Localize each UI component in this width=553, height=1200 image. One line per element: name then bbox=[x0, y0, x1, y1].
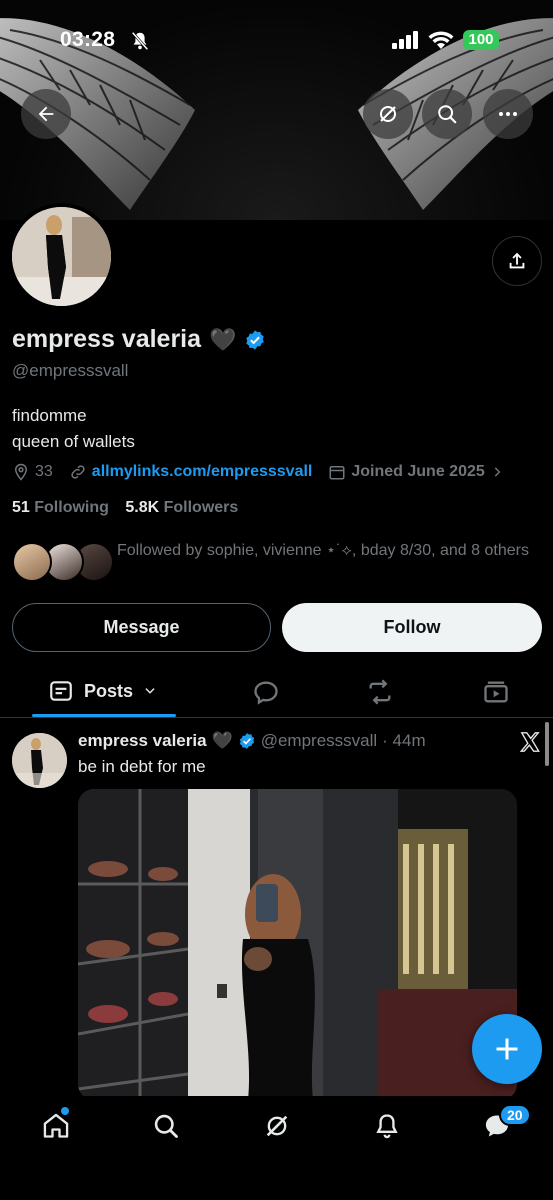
website-link[interactable]: allmylinks.com/empresssvall bbox=[92, 463, 313, 481]
message-button[interactable]: Message bbox=[12, 603, 271, 652]
battery-indicator: 100 bbox=[463, 30, 499, 50]
chevron-down-icon bbox=[145, 688, 155, 694]
back-button[interactable] bbox=[21, 89, 71, 139]
active-tab-indicator bbox=[32, 714, 176, 717]
bell-off-icon bbox=[131, 31, 149, 51]
black-heart-emoji: 🖤 bbox=[209, 326, 237, 352]
followers-label: Followers bbox=[163, 499, 239, 516]
share-icon bbox=[509, 252, 525, 269]
messages-badge: 20 bbox=[499, 1104, 531, 1126]
location-pin-icon bbox=[14, 463, 28, 481]
tab-posts[interactable]: Posts bbox=[48, 678, 157, 704]
avatar-figure bbox=[12, 207, 111, 306]
link-icon bbox=[71, 465, 85, 479]
avatar-photo bbox=[12, 207, 111, 306]
followed-by-text: Followed by sophie, vivienne ⋆˙⟡, bday 8… bbox=[117, 542, 529, 559]
home-icon[interactable] bbox=[42, 1112, 70, 1140]
verified-badge-icon bbox=[239, 733, 254, 749]
location-text: 33 bbox=[35, 463, 53, 480]
search-icon bbox=[438, 105, 457, 124]
wifi-icon bbox=[428, 31, 454, 49]
followers-count: 5.8K bbox=[125, 499, 160, 516]
more-button[interactable] bbox=[483, 89, 533, 139]
post-header: empress valeria 🖤 @empresssvall · 44m bbox=[78, 731, 426, 751]
location-item: 33 bbox=[12, 463, 53, 481]
plus-icon bbox=[496, 1038, 518, 1060]
post-photo bbox=[78, 789, 517, 1100]
follower-avatar bbox=[12, 542, 52, 582]
home-notification-dot bbox=[61, 1107, 69, 1115]
notifications-bell-icon[interactable] bbox=[373, 1112, 401, 1140]
following-count: 51 bbox=[12, 499, 30, 516]
profile-banner[interactable]: 03:28 100 bbox=[0, 0, 553, 220]
profile-handle: @empresssvall bbox=[12, 361, 129, 380]
share-button[interactable] bbox=[492, 236, 542, 286]
tab-replies-icon[interactable] bbox=[252, 678, 280, 706]
scrollbar[interactable] bbox=[545, 722, 549, 766]
display-name: empress valeria 🖤 bbox=[12, 325, 266, 354]
chevron-right-icon bbox=[494, 467, 501, 477]
tab-posts-label: Posts bbox=[84, 680, 134, 701]
grok-icon bbox=[380, 106, 396, 122]
follow-counts: 51 Following 5.8K Followers bbox=[12, 499, 238, 517]
calendar-icon bbox=[329, 466, 345, 480]
post-image[interactable] bbox=[78, 789, 517, 1100]
post-avatar[interactable] bbox=[12, 733, 67, 788]
joined-item[interactable]: Joined June 2025 bbox=[328, 463, 503, 481]
joined-text: Joined June 2025 bbox=[351, 463, 485, 480]
posts-icon bbox=[50, 681, 72, 701]
post-author-handle: @empresssvall bbox=[260, 731, 378, 750]
profile-avatar[interactable] bbox=[8, 203, 115, 310]
arrow-left-icon bbox=[38, 106, 54, 122]
grok-button[interactable] bbox=[363, 89, 413, 139]
profile-meta: 33 allmylinks.com/empresssvall Joined Ju… bbox=[12, 463, 504, 481]
signal-icon bbox=[392, 31, 418, 49]
post-author-name[interactable]: empress valeria bbox=[78, 731, 207, 751]
more-icon bbox=[499, 112, 517, 116]
verified-badge-icon[interactable] bbox=[244, 329, 266, 351]
status-time: 03:28 bbox=[60, 28, 116, 51]
display-name-text: empress valeria bbox=[12, 325, 202, 353]
compose-button[interactable] bbox=[472, 1014, 542, 1084]
followers-link[interactable]: 5.8K Followers bbox=[125, 499, 238, 516]
post-time: · 44m bbox=[382, 731, 426, 750]
website-item[interactable]: allmylinks.com/empresssvall bbox=[69, 463, 313, 481]
search-button[interactable] bbox=[422, 89, 472, 139]
post-avatar-figure bbox=[12, 733, 67, 788]
tab-reposts-icon[interactable] bbox=[366, 678, 394, 706]
following-label: Following bbox=[34, 499, 109, 516]
followed-by-section[interactable]: Followed by sophie, vivienne ⋆˙⟡, bday 8… bbox=[12, 538, 542, 588]
bio-line: queen of wallets bbox=[12, 432, 135, 451]
bio-line: findomme bbox=[12, 406, 87, 425]
profile-bio: findomme queen of wallets bbox=[12, 403, 135, 455]
x-logo-icon[interactable] bbox=[519, 731, 541, 753]
status-bar: 03:28 100 bbox=[0, 22, 553, 62]
post-text: be in debt for me bbox=[78, 757, 206, 776]
follow-button[interactable]: Follow bbox=[282, 603, 542, 652]
tab-media-icon[interactable] bbox=[482, 678, 510, 706]
following-link[interactable]: 51 Following bbox=[12, 499, 109, 516]
grok-icon[interactable] bbox=[263, 1112, 291, 1140]
profile-tabs: Posts bbox=[0, 668, 553, 718]
black-heart-emoji: 🖤 bbox=[211, 731, 233, 750]
bottom-navigation: 20 bbox=[0, 1096, 553, 1200]
search-icon[interactable] bbox=[152, 1112, 180, 1140]
